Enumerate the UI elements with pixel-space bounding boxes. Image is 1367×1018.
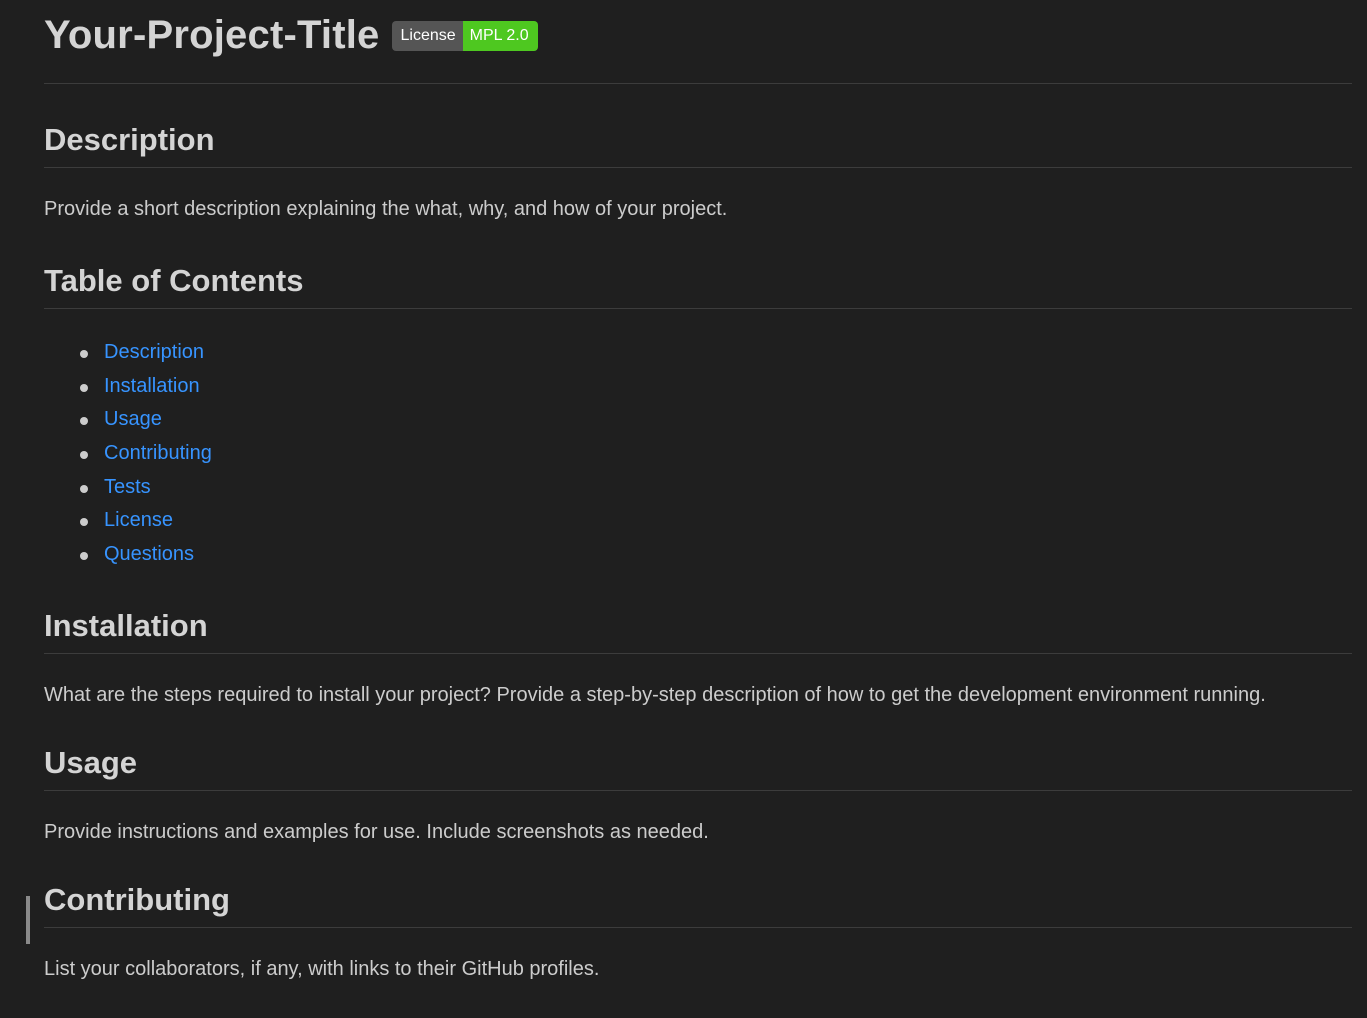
toc-heading: Table of Contents xyxy=(44,221,1352,309)
bullet-icon xyxy=(80,518,88,527)
toc-link-tests[interactable]: Tests xyxy=(104,476,151,498)
selection-indicator-bar xyxy=(26,895,30,944)
installation-text: What are the steps required to install y… xyxy=(44,683,1266,706)
toc-link-license[interactable]: License xyxy=(104,509,173,531)
section-description: Description Provide a short description … xyxy=(44,84,1352,221)
section-usage: Usage Provide instructions and examples … xyxy=(44,707,1352,844)
description-text: Provide a short description explaining t… xyxy=(44,198,728,220)
list-item: Description xyxy=(80,336,1352,370)
bullet-icon xyxy=(80,451,88,460)
license-badge-value: MPL 2.0 xyxy=(462,20,538,51)
bullet-icon xyxy=(80,484,88,493)
usage-text: Provide instructions and examples for us… xyxy=(44,820,709,843)
contributing-heading: Contributing xyxy=(44,844,1352,928)
page-title: Your-Project-Title xyxy=(44,13,380,57)
bullet-icon xyxy=(80,552,88,561)
toc-link-installation[interactable]: Installation xyxy=(104,375,200,397)
license-badge-label: License xyxy=(391,20,463,51)
bullet-icon xyxy=(80,383,88,392)
toc-list: Description Installation Usage Contribut… xyxy=(44,309,1352,572)
list-item: Tests xyxy=(80,471,1352,505)
section-installation: Installation What are the steps required… xyxy=(44,572,1352,707)
list-item: Installation xyxy=(80,370,1352,404)
list-item: License xyxy=(80,504,1352,538)
usage-heading: Usage xyxy=(44,707,1352,791)
toc-link-usage[interactable]: Usage xyxy=(104,408,162,430)
list-item: Usage xyxy=(80,403,1352,437)
license-badge[interactable]: License MPL 2.0 xyxy=(391,20,538,51)
list-item: Questions xyxy=(80,538,1352,572)
markdown-preview: Your-Project-Title License MPL 2.0 Descr… xyxy=(0,0,1367,1018)
description-heading: Description xyxy=(44,84,1352,168)
section-contributing: Contributing List your collaborators, if… xyxy=(26,844,1352,981)
list-item: Contributing xyxy=(80,437,1352,471)
installation-heading: Installation xyxy=(44,572,1352,654)
toc-link-questions[interactable]: Questions xyxy=(104,543,194,565)
section-table-of-contents: Table of Contents Description Installati… xyxy=(44,221,1352,572)
bullet-icon xyxy=(80,350,88,358)
toc-link-description[interactable]: Description xyxy=(104,341,204,363)
bullet-icon xyxy=(80,417,88,426)
contributing-text: List your collaborators, if any, with li… xyxy=(44,957,600,980)
toc-link-contributing[interactable]: Contributing xyxy=(104,442,212,464)
title-row: Your-Project-Title License MPL 2.0 xyxy=(44,0,1352,84)
